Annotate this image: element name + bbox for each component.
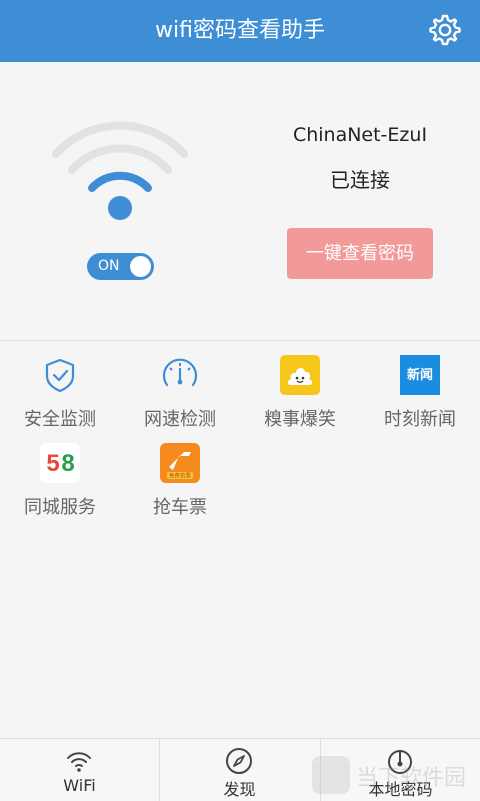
wifi-icon <box>64 746 94 776</box>
58-app-icon: 5 8 <box>40 443 80 483</box>
news-app-icon: 新闻 <box>400 355 440 395</box>
speedometer-icon <box>160 355 200 395</box>
wifi-toggle[interactable]: ON <box>87 253 154 280</box>
feature-label: 网速检测 <box>144 409 216 430</box>
tab-label: WiFi <box>63 776 96 795</box>
watermark: 当下软件园 <box>312 756 472 794</box>
connection-status: 已连接 <box>330 168 390 192</box>
qiushi-app-icon <box>280 355 320 395</box>
toggle-label: ON <box>98 258 120 274</box>
wifi-status-panel: ON ChinaNet-EzuI 已连接 一键查看密码 <box>0 62 480 341</box>
tab-wifi[interactable]: WiFi <box>0 739 159 801</box>
tab-discover[interactable]: 发现 <box>160 739 319 801</box>
feature-train-tickets[interactable]: 免费抢票 抢车票 <box>120 443 240 529</box>
wifi-signal-icon <box>50 120 190 228</box>
feature-label: 同城服务 <box>24 497 96 518</box>
feature-jokes[interactable]: 糗事爆笑 <box>240 355 360 441</box>
app-title: wifi密码查看助手 <box>155 18 325 43</box>
app-header: wifi密码查看助手 <box>0 0 480 62</box>
toggle-knob <box>130 256 151 277</box>
view-password-button[interactable]: 一键查看密码 <box>287 228 433 279</box>
watermark-text: 当下软件园 <box>356 766 467 791</box>
compass-icon <box>224 746 254 776</box>
tab-label: 发现 <box>223 780 256 799</box>
watermark-logo <box>312 756 350 794</box>
feature-local-services[interactable]: 5 8 同城服务 <box>0 443 120 529</box>
ticket-app-icon: 免费抢票 <box>160 443 200 483</box>
network-ssid: ChinaNet-EzuI <box>292 124 428 146</box>
svg-text:5: 5 <box>46 450 59 477</box>
shield-check-icon <box>40 355 80 395</box>
feature-speed-test[interactable]: 网速检测 <box>120 355 240 441</box>
feature-security-check[interactable]: 安全监测 <box>0 355 120 441</box>
feature-label: 安全监测 <box>24 409 96 430</box>
feature-label: 时刻新闻 <box>384 409 456 430</box>
news-icon-text: 新闻 <box>407 367 433 383</box>
gear-icon[interactable] <box>428 13 462 47</box>
svg-text:8: 8 <box>61 450 74 477</box>
feature-label: 糗事爆笑 <box>264 409 336 430</box>
ticket-icon-text: 免费抢票 <box>169 472 192 480</box>
feature-label: 抢车票 <box>153 497 207 518</box>
feature-news[interactable]: 新闻 时刻新闻 <box>360 355 480 441</box>
